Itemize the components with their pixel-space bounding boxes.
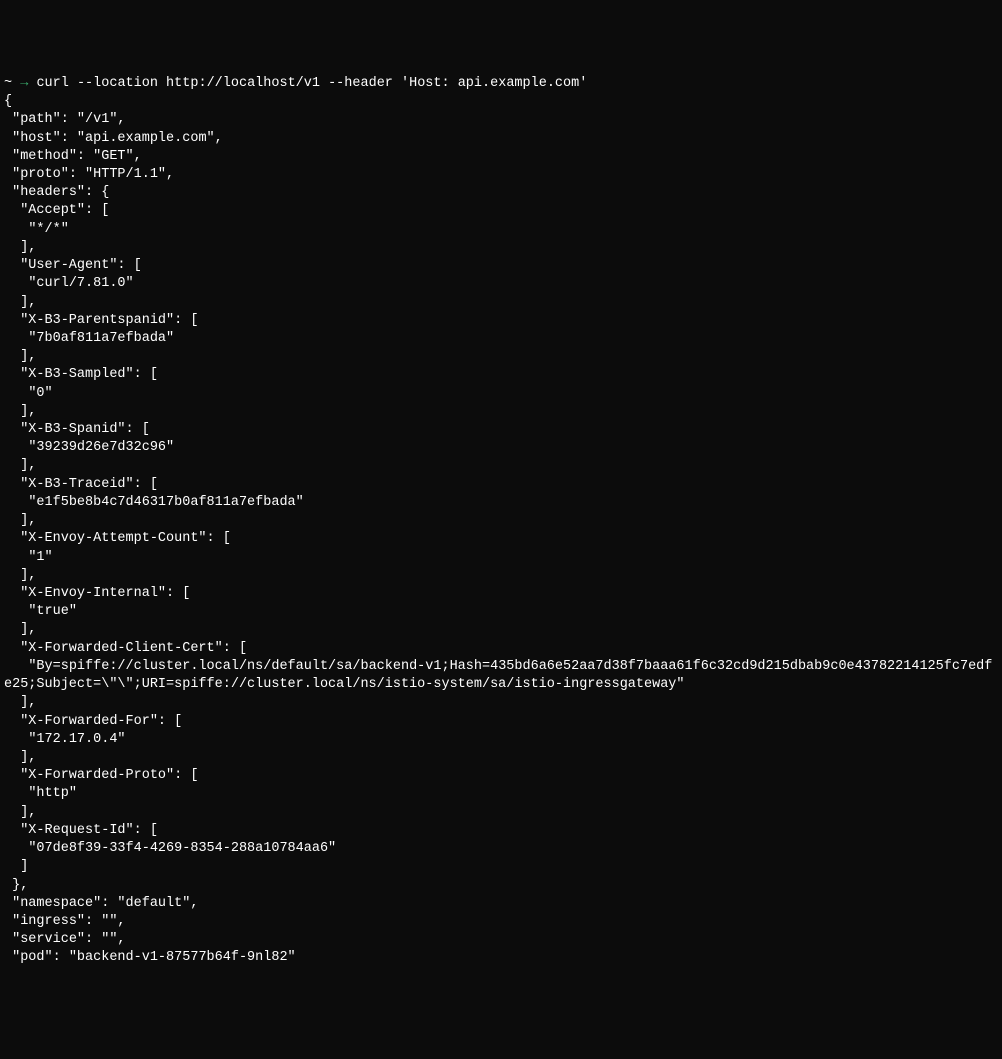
output-line: ], bbox=[4, 512, 998, 530]
output-line: "X-B3-Parentspanid": [ bbox=[4, 312, 998, 330]
output-line: "*/*" bbox=[4, 221, 998, 239]
output-line: "07de8f39-33f4-4269-8354-288a10784aa6" bbox=[4, 840, 998, 858]
output-line: ], bbox=[4, 403, 998, 421]
output-line: "http" bbox=[4, 785, 998, 803]
output-line: "1" bbox=[4, 549, 998, 567]
output-line: ], bbox=[4, 694, 998, 712]
output-line: "e1f5be8b4c7d46317b0af811a7efbada" bbox=[4, 494, 998, 512]
output-line: ], bbox=[4, 239, 998, 257]
output-line: ], bbox=[4, 621, 998, 639]
output-line: ], bbox=[4, 749, 998, 767]
output-line: ], bbox=[4, 567, 998, 585]
output-line: "namespace": "default", bbox=[4, 895, 998, 913]
output-line: "X-Forwarded-Client-Cert": [ bbox=[4, 640, 998, 658]
output-line: "X-Envoy-Internal": [ bbox=[4, 585, 998, 603]
prompt-arrow-icon: → bbox=[20, 76, 28, 91]
output-line: "service": "", bbox=[4, 931, 998, 949]
output-line: "ingress": "", bbox=[4, 913, 998, 931]
command-line: ~ → curl --location http://localhost/v1 … bbox=[4, 75, 998, 93]
output-line: ] bbox=[4, 858, 998, 876]
output-line: "X-Request-Id": [ bbox=[4, 822, 998, 840]
output-line: "172.17.0.4" bbox=[4, 731, 998, 749]
output-line: "0" bbox=[4, 385, 998, 403]
output-line: "curl/7.81.0" bbox=[4, 275, 998, 293]
output-line: "true" bbox=[4, 603, 998, 621]
output-line: "method": "GET", bbox=[4, 148, 998, 166]
output-line: "Accept": [ bbox=[4, 202, 998, 220]
output-line: "39239d26e7d32c96" bbox=[4, 439, 998, 457]
output-line: "pod": "backend-v1-87577b64f-9nl82" bbox=[4, 949, 998, 967]
output-line: ], bbox=[4, 457, 998, 475]
output-line: "7b0af811a7efbada" bbox=[4, 330, 998, 348]
output-line: { bbox=[4, 93, 998, 111]
output-line: ], bbox=[4, 348, 998, 366]
output-line: "path": "/v1", bbox=[4, 111, 998, 129]
output-line: "X-Forwarded-For": [ bbox=[4, 713, 998, 731]
output-line: "X-Forwarded-Proto": [ bbox=[4, 767, 998, 785]
output-line: }, bbox=[4, 877, 998, 895]
output-line: ], bbox=[4, 294, 998, 312]
output-line: "X-B3-Spanid": [ bbox=[4, 421, 998, 439]
output-line: ], bbox=[4, 804, 998, 822]
output-line: "headers": { bbox=[4, 184, 998, 202]
output-line: "X-B3-Traceid": [ bbox=[4, 476, 998, 494]
output-line: "X-B3-Sampled": [ bbox=[4, 366, 998, 384]
output-line: "proto": "HTTP/1.1", bbox=[4, 166, 998, 184]
output-line: "host": "api.example.com", bbox=[4, 130, 998, 148]
output-line: "By=spiffe://cluster.local/ns/default/sa… bbox=[4, 658, 998, 694]
prompt-tilde: ~ bbox=[4, 76, 12, 91]
terminal-output[interactable]: ~ → curl --location http://localhost/v1 … bbox=[4, 75, 998, 968]
output-line: "X-Envoy-Attempt-Count": [ bbox=[4, 530, 998, 548]
command-text: curl --location http://localhost/v1 --he… bbox=[36, 76, 587, 91]
output-line: "User-Agent": [ bbox=[4, 257, 998, 275]
